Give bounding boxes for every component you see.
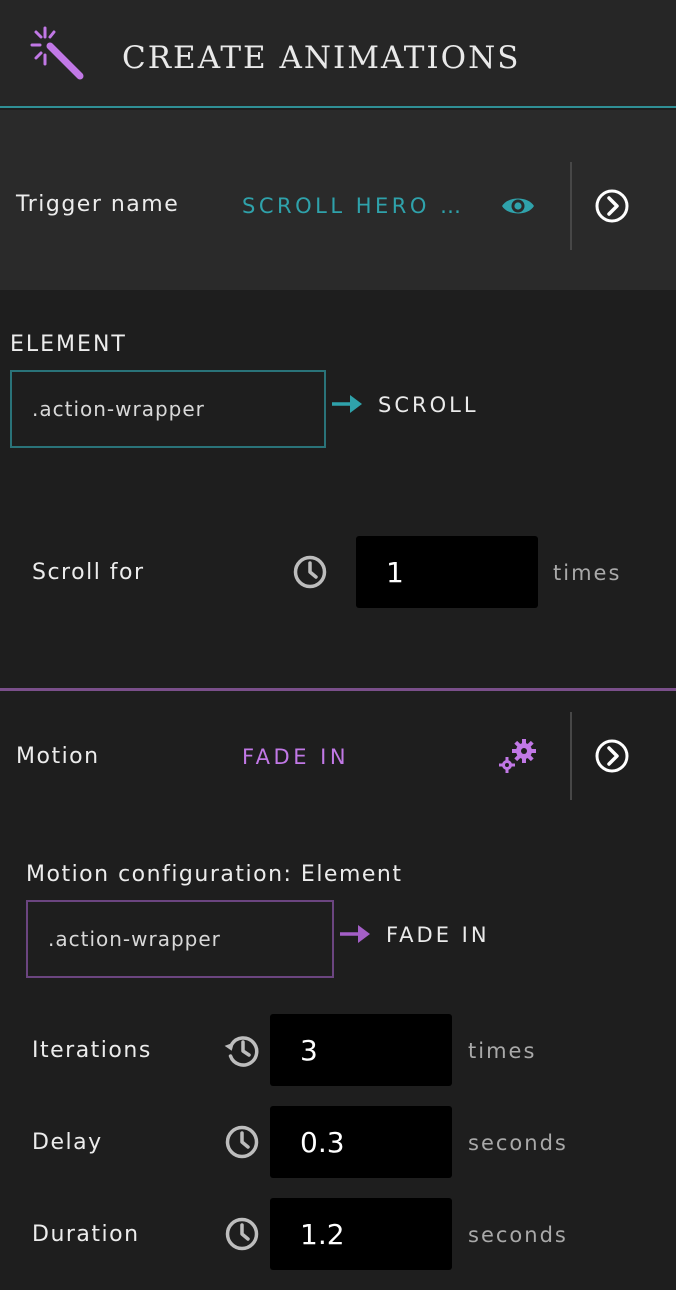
element-selector-field[interactable]: .action-wrapper bbox=[10, 370, 326, 448]
chevron-right-circle-icon[interactable] bbox=[594, 738, 630, 774]
section-divider bbox=[0, 688, 676, 691]
motion-label: Motion bbox=[16, 744, 100, 769]
iterations-input[interactable] bbox=[270, 1014, 452, 1086]
iterations-label: Iterations bbox=[32, 1038, 152, 1063]
clock-icon bbox=[225, 1125, 259, 1159]
trigger-name-value[interactable]: SCROLL HERO … bbox=[242, 194, 465, 218]
element-heading: ELEMENT bbox=[10, 332, 127, 357]
magic-wand-icon bbox=[30, 26, 84, 80]
scroll-count-input[interactable] bbox=[356, 536, 538, 608]
iterations-unit: times bbox=[468, 1039, 537, 1063]
motion-value[interactable]: FADE IN bbox=[242, 745, 349, 769]
delay-unit: seconds bbox=[468, 1131, 568, 1155]
arrow-right-icon bbox=[340, 925, 370, 943]
scroll-unit-label: times bbox=[553, 561, 622, 585]
duration-input[interactable] bbox=[270, 1198, 452, 1270]
vertical-divider bbox=[570, 712, 572, 800]
motion-effect-label: FADE IN bbox=[386, 923, 490, 947]
motion-selector-field[interactable]: .action-wrapper bbox=[26, 900, 334, 978]
page-title: CREATE ANIMATIONS bbox=[122, 40, 521, 76]
element-event-label: SCROLL bbox=[378, 393, 479, 417]
duration-unit: seconds bbox=[468, 1223, 568, 1247]
eye-icon[interactable] bbox=[500, 190, 536, 222]
delay-label: Delay bbox=[32, 1130, 103, 1155]
chevron-right-circle-icon[interactable] bbox=[594, 188, 630, 224]
vertical-divider bbox=[570, 162, 572, 250]
scroll-for-label: Scroll for bbox=[32, 560, 145, 585]
delay-input[interactable] bbox=[270, 1106, 452, 1178]
duration-label: Duration bbox=[32, 1222, 140, 1247]
trigger-name-label: Trigger name bbox=[16, 192, 180, 217]
arrow-right-icon bbox=[332, 395, 362, 413]
clock-icon bbox=[293, 555, 327, 589]
history-icon bbox=[224, 1036, 259, 1067]
clock-icon bbox=[225, 1217, 259, 1251]
gears-icon[interactable] bbox=[498, 738, 538, 774]
motion-config-heading: Motion configuration: Element bbox=[26, 862, 403, 887]
